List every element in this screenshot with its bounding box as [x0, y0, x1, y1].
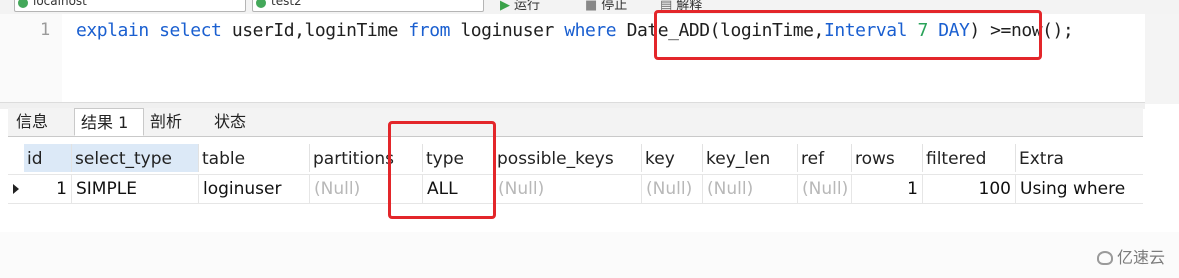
cell-table[interactable]: loginuser	[199, 175, 310, 203]
stop-button[interactable]: ■ 停止	[585, 0, 627, 13]
sql-table: loginuser	[460, 20, 554, 41]
database-icon	[256, 0, 266, 8]
col-header-extra[interactable]: Extra	[1016, 144, 1143, 172]
tab-profile[interactable]: 剖析	[144, 108, 202, 136]
col-header-possible-keys[interactable]: possible_keys	[494, 144, 642, 172]
cell-id[interactable]: 1	[24, 175, 72, 203]
col-header-table[interactable]: table	[199, 144, 310, 172]
highlight-type-column	[388, 121, 496, 219]
col-header-filtered[interactable]: filtered	[923, 144, 1016, 172]
cell-possible-keys[interactable]: (Null)	[494, 175, 642, 203]
cell-select-type[interactable]: SIMPLE	[72, 175, 199, 203]
col-header-select-type[interactable]: select_type	[72, 144, 199, 172]
kw-explain: explain	[76, 20, 149, 41]
col-header-key-len[interactable]: key_len	[703, 144, 798, 172]
run-button[interactable]: ▶ 运行	[500, 0, 540, 13]
tab-result-1[interactable]: 结果 1	[74, 108, 144, 136]
connection-name: localhost	[33, 0, 87, 8]
stop-icon: ■	[585, 0, 598, 13]
cell-key[interactable]: (Null)	[642, 175, 703, 203]
highlight-date-add	[654, 10, 1042, 60]
database-select[interactable]: test2	[252, 0, 484, 12]
cell-key-len[interactable]: (Null)	[703, 175, 798, 203]
cell-rows[interactable]: 1	[852, 175, 923, 203]
tab-status[interactable]: 状态	[208, 108, 270, 136]
connection-icon	[18, 0, 28, 8]
grid-header: id select_type table partitions type pos…	[8, 144, 1143, 172]
col-header-id[interactable]: id	[24, 144, 72, 172]
line-number: 1	[40, 20, 51, 40]
kw-select: select	[159, 20, 222, 41]
row-indicator	[8, 175, 24, 203]
grid-empty-area	[0, 232, 1179, 278]
cloud-logo-icon	[1096, 251, 1113, 265]
sql-columns: userId,loginTime	[231, 20, 399, 41]
row-pointer-icon	[13, 184, 19, 194]
cell-ref[interactable]: (Null)	[798, 175, 852, 203]
database-name: test2	[271, 0, 302, 8]
kw-from: from	[408, 20, 450, 41]
result-tabs: 信息 结果 1 剖析 状态	[8, 108, 1143, 137]
col-header-rows[interactable]: rows	[852, 144, 923, 172]
cell-extra[interactable]: Using where	[1016, 175, 1143, 203]
table-row[interactable]: 1 SIMPLE loginuser (Null) ALL (Null) (Nu…	[8, 174, 1143, 204]
watermark: 亿速云	[1096, 244, 1165, 268]
connection-select[interactable]: localhost	[14, 0, 246, 12]
editor-scrollbar[interactable]	[1145, 14, 1179, 104]
play-icon: ▶	[500, 0, 510, 13]
kw-where: where	[564, 20, 617, 41]
line-gutter: 1	[0, 14, 62, 102]
col-header-ref[interactable]: ref	[798, 144, 852, 172]
cell-filtered[interactable]: 100	[923, 175, 1016, 203]
tab-info[interactable]: 信息	[10, 108, 72, 136]
col-header-key[interactable]: key	[642, 144, 703, 172]
